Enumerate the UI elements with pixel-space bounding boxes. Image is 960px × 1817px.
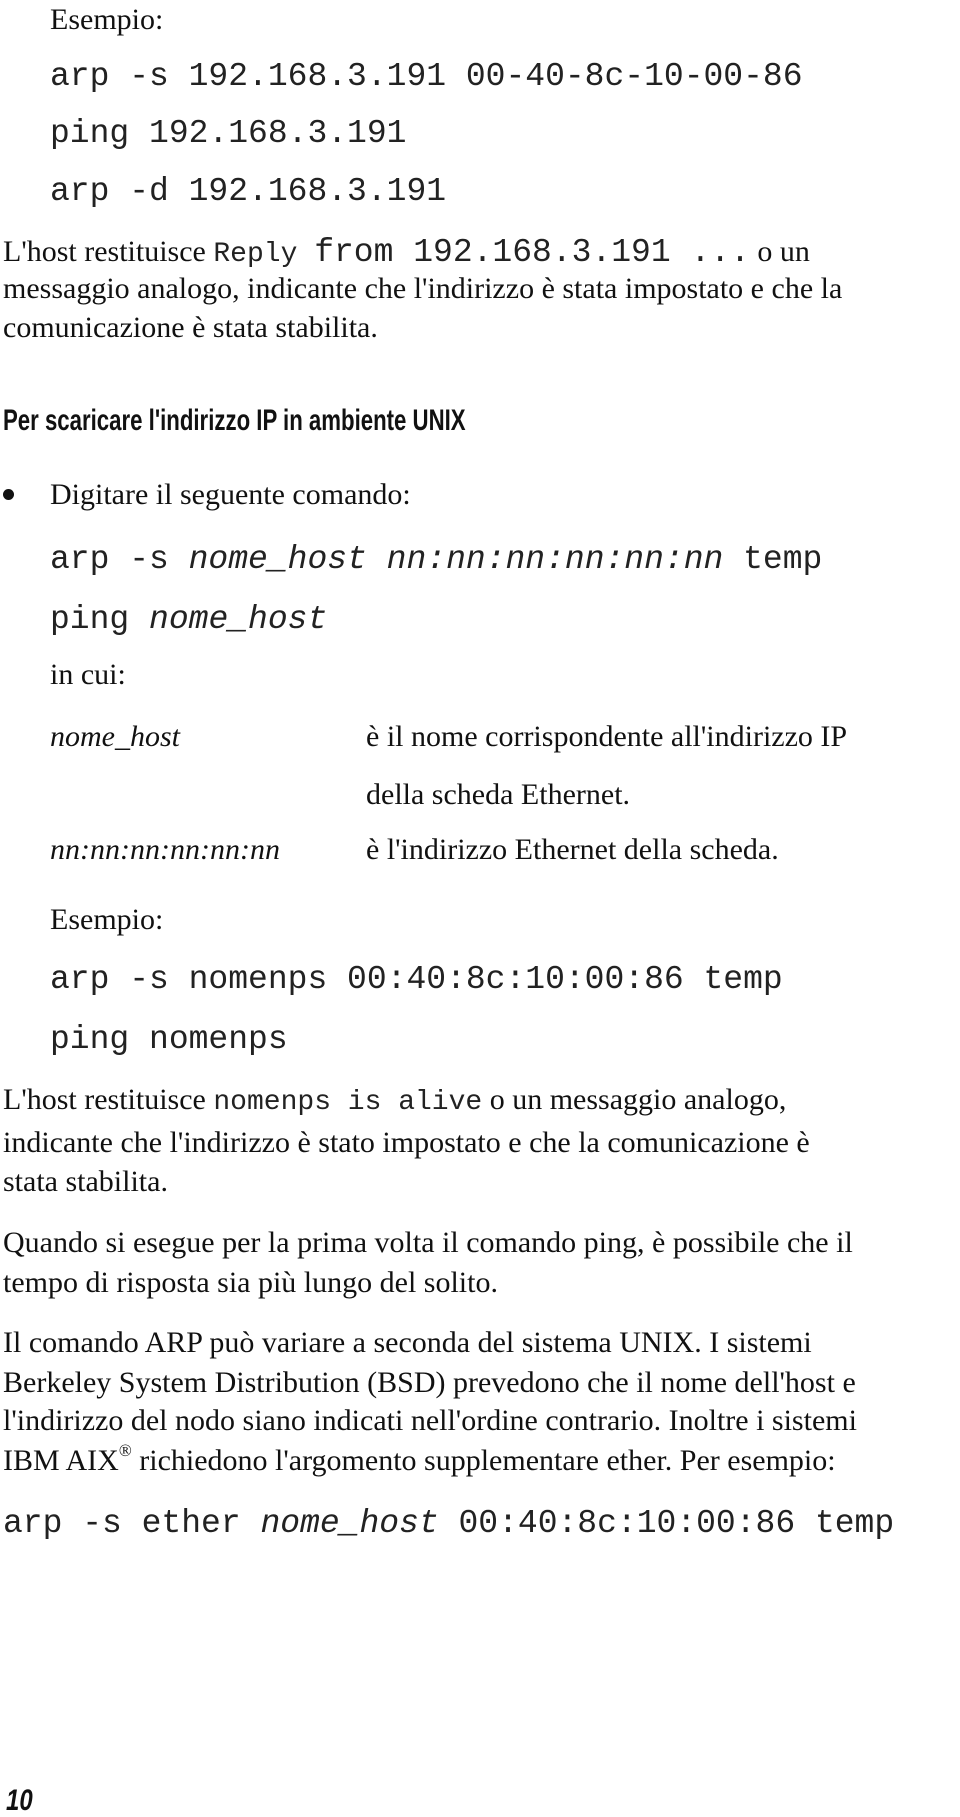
code-tail: temp xyxy=(723,541,823,578)
code-line-ping: ping 192.168.3.191 xyxy=(50,115,407,152)
arp-note-line4-rest: richiedono l'argomento supplementare eth… xyxy=(131,1444,836,1477)
result-prefix: L'host restituisce xyxy=(3,235,214,268)
result-prefix: L'host restituisce xyxy=(3,1083,214,1116)
aix-label: IBM AIX xyxy=(3,1444,119,1477)
result-paragraph-line3: comunicazione è stata stabilita. xyxy=(3,311,378,344)
code-arg-mac: nn:nn:nn:nn:nn:nn xyxy=(386,541,724,578)
code-line-arp-unix: arp -s nome_host nn:nn:nn:nn:nn:nn temp xyxy=(50,543,822,576)
ping-note-line2: tempo di risposta sia più lungo del soli… xyxy=(3,1266,498,1299)
result-paragraph-line2: indicante che l'indirizzo è stato impost… xyxy=(3,1126,810,1159)
ping-note-line1: Quando si esegue per la prima volta il c… xyxy=(3,1226,853,1259)
code-sep xyxy=(367,541,387,578)
code-line-arp-set: arp -s 192.168.3.191 00-40-8c-10-00-86 xyxy=(50,58,803,95)
code-line-arp-example: arp -s nomenps 00:40:8c:10:00:86 temp xyxy=(50,961,783,998)
result-paragraph-line3: stata stabilita. xyxy=(3,1165,168,1198)
example-label: Esempio: xyxy=(50,903,164,936)
code-arg-hostname: nome_host xyxy=(149,601,328,638)
result-paragraph-line1: L'host restituisce nomenps is alive o un… xyxy=(3,1085,786,1117)
arp-note-line3: l'indirizzo del nodo siano indicati nell… xyxy=(3,1404,857,1437)
result-suffix: o un messaggio analogo, xyxy=(482,1083,787,1116)
arp-note-line1: Il comando ARP può variare a seconda del… xyxy=(3,1326,812,1359)
arp-note-line2: Berkeley System Distribution (BSD) preve… xyxy=(3,1366,856,1399)
code-tail: 00:40:8c:10:00:86 temp xyxy=(438,1505,895,1542)
registered-trademark-icon: ® xyxy=(118,1441,132,1460)
result-paragraph-line2: messaggio analogo, indicante che l'indir… xyxy=(3,272,843,305)
code-arg-hostname: nome_host xyxy=(188,541,367,578)
result-paragraph-line1: L'host restituisce Reply from 192.168.3.… xyxy=(3,236,810,269)
code-line-arp-delete: arp -d 192.168.3.191 xyxy=(50,173,447,210)
section-heading: Per scaricare l'indirizzo IP in ambiente… xyxy=(3,404,466,437)
result-code: nomenps is alive xyxy=(213,1087,483,1118)
bullet-icon xyxy=(3,489,14,500)
result-code: from 192.168.3.191 ... xyxy=(314,234,750,271)
code-cmd: arp -s xyxy=(50,541,189,578)
example-label: Esempio: xyxy=(50,3,164,36)
definition-desc-cont: della scheda Ethernet. xyxy=(366,778,631,811)
definition-term: nn:nn:nn:nn:nn:nn xyxy=(50,833,280,866)
arp-note-line4: IBM AIX® richiedono l'argomento suppleme… xyxy=(3,1442,836,1477)
definition-term: nome_host xyxy=(50,720,180,753)
code-line-ping-example: ping nomenps xyxy=(50,1021,288,1058)
code-cmd: ping xyxy=(50,601,150,638)
definition-desc: è l'indirizzo Ethernet della scheda. xyxy=(366,833,779,866)
document-page: Esempio: arp -s 192.168.3.191 00-40-8c-1… xyxy=(0,0,960,1816)
bullet-text: Digitare il seguente comando: xyxy=(50,478,411,511)
page-number: 10 xyxy=(6,1784,33,1817)
code-cmd: arp -s ether xyxy=(3,1505,261,1542)
result-suffix: o un xyxy=(749,235,810,268)
definition-desc: è il nome corrispondente all'indirizzo I… xyxy=(366,720,848,753)
code-line-ping-unix: ping nome_host xyxy=(50,603,327,636)
code-arg-hostname: nome_host xyxy=(260,1505,439,1542)
code-line-arp-aix: arp -s ether nome_host 00:40:8c:10:00:86… xyxy=(3,1507,894,1540)
result-code-reply: Reply xyxy=(213,239,315,270)
where-label: in cui: xyxy=(50,658,126,691)
